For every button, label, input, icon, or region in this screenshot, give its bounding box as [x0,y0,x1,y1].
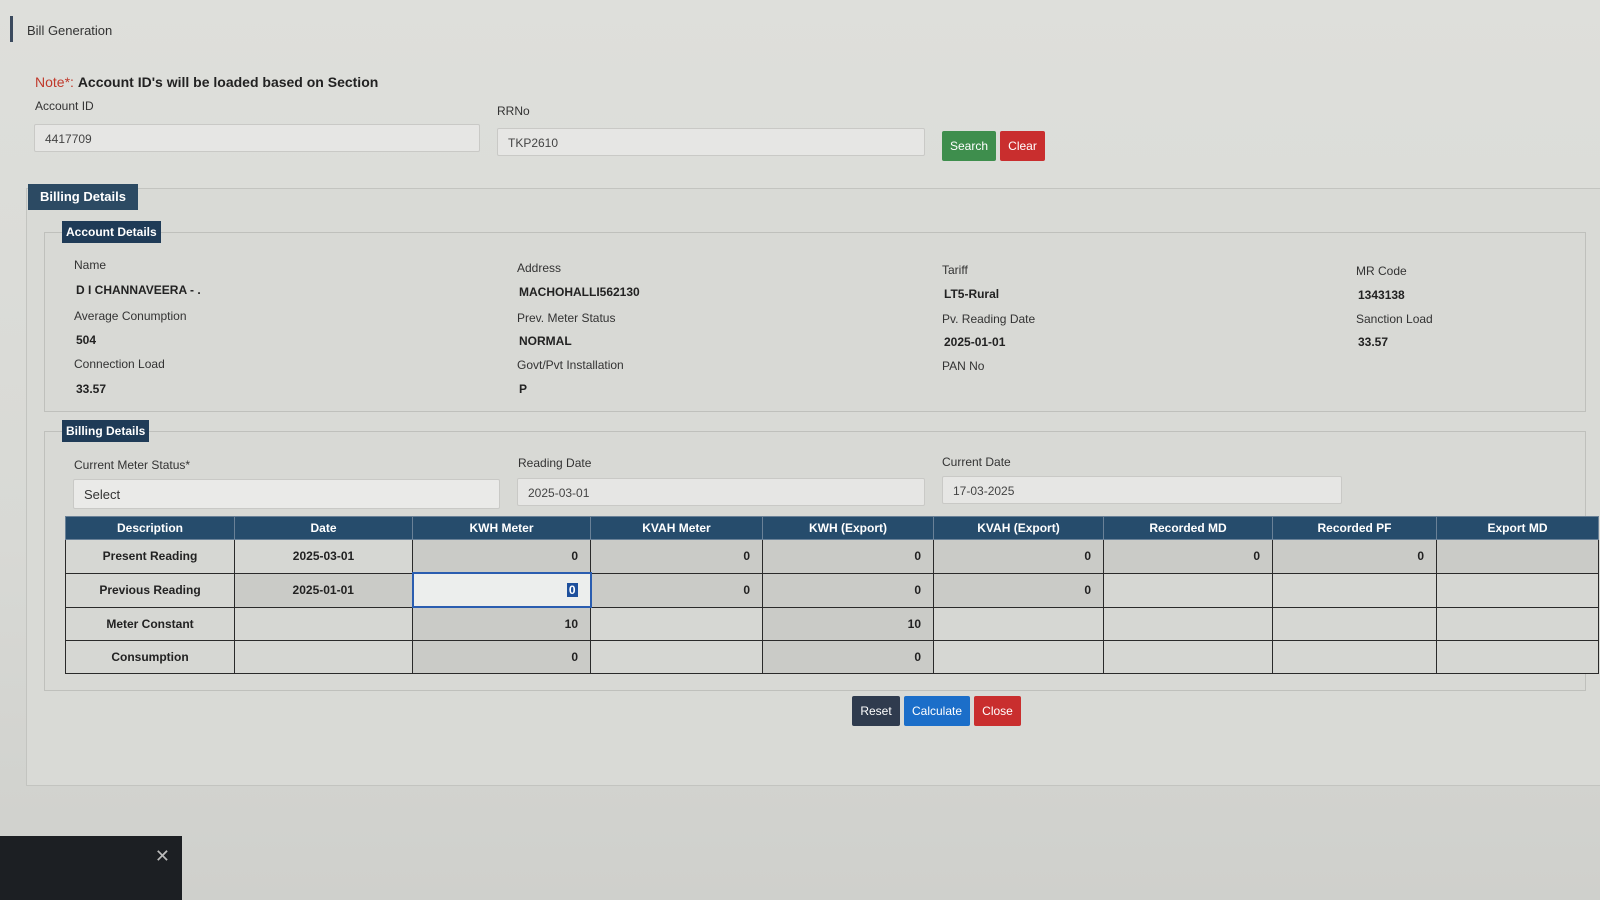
col-recorded-md: Recorded MD [1103,516,1273,540]
row-description: Meter Constant [65,606,235,641]
reset-button[interactable]: Reset [852,696,900,726]
account-details-header: Account Details [62,221,161,243]
readings-table: Description Date KWH Meter KVAH Meter KW… [65,516,1599,674]
table-header-row: Description Date KWH Meter KVAH Meter KW… [65,516,1599,540]
rrno-input[interactable]: TKP2610 [497,128,925,156]
table-row: Present Reading 2025-03-01 0 0 0 0 0 0 [65,539,1599,574]
billing-details-header: Billing Details [62,420,150,442]
kwh-export-cell: 0 [762,640,934,674]
calculate-button[interactable]: Calculate [904,696,970,726]
address-value: MACHOHALLI562130 [519,285,640,299]
govt-pvt-value: P [519,382,528,396]
bill-generation-page: Bill Generation Note*: Account ID's will… [0,0,1600,900]
col-description: Description [65,516,235,540]
row-description: Consumption [65,640,235,674]
meter-status-select[interactable]: Select [73,479,500,509]
tariff-value: LT5-Rural [944,287,1000,301]
address-label: Address [517,261,562,275]
table-row: Previous Reading 2025-01-01 0 0 0 0 [65,572,1599,608]
sanction-load-value: 33.57 [1358,335,1389,349]
col-kvah-export: KVAH (Export) [933,516,1104,540]
kvah-meter-cell [590,606,763,641]
kvah-export-cell[interactable]: 0 [933,572,1104,608]
reading-date-input[interactable]: 2025-03-01 [517,478,925,506]
row-description: Previous Reading [65,572,235,608]
avg-consumption-label: Average Conumption [74,309,187,323]
recorded-pf-cell [1272,572,1437,608]
kwh-meter-cell[interactable]: 0 [412,539,591,574]
search-button[interactable]: Search [942,131,996,161]
kwh-export-cell[interactable]: 0 [762,539,934,574]
recorded-md-cell [1103,640,1273,674]
section-note: Note*: Account ID's will be loaded based… [35,74,378,90]
kwh-meter-cell: 0 [412,640,591,674]
rrno-label: RRNo [497,104,530,118]
row-date: 2025-03-01 [234,539,413,574]
name-label: Name [74,258,107,272]
recorded-pf-cell [1272,640,1437,674]
connection-load-value: 33.57 [76,382,107,396]
prev-meter-status-label: Prev. Meter Status [517,311,616,325]
col-date: Date [234,516,413,540]
table-row: Consumption 0 0 [65,640,1599,674]
export-md-cell [1436,640,1599,674]
account-details-box [44,232,1586,412]
billing-details-tab[interactable]: Billing Details [28,184,138,210]
sanction-load-label: Sanction Load [1356,312,1433,326]
export-md-cell [1436,606,1599,641]
kvah-meter-cell[interactable]: 0 [590,539,763,574]
kwh-meter-cell: 10 [412,606,591,641]
kwh-export-cell: 10 [762,606,934,641]
account-id-label: Account ID [35,99,94,113]
kwh-export-cell[interactable]: 0 [762,572,934,608]
export-md-cell[interactable] [1436,539,1599,574]
connection-load-label: Connection Load [74,357,165,371]
avg-consumption-value: 504 [76,333,97,347]
notification-toast: ✕ [0,836,182,900]
recorded-md-cell[interactable]: 0 [1103,539,1273,574]
row-description: Present Reading [65,539,235,574]
pan-no-label: PAN No [942,359,985,373]
recorded-pf-cell [1272,606,1437,641]
account-id-input[interactable]: 4417709 [34,124,480,152]
mr-code-label: MR Code [1356,264,1407,278]
recorded-md-cell [1103,606,1273,641]
current-date-input[interactable]: 17-03-2025 [942,476,1342,504]
tariff-label: Tariff [942,263,968,277]
pv-reading-date-label: Pv. Reading Date [942,312,1036,326]
reading-date-label: Reading Date [518,456,592,470]
recorded-pf-cell[interactable]: 0 [1272,539,1437,574]
kwh-meter-cell-focused[interactable]: 0 [411,572,592,608]
recorded-md-cell [1103,572,1273,608]
kvah-export-cell [933,640,1104,674]
close-button[interactable]: Close [974,696,1021,726]
col-kwh-meter: KWH Meter [412,516,591,540]
row-date: 2025-01-01 [234,572,413,608]
current-date-label: Current Date [942,455,1011,469]
clear-button[interactable]: Clear [1000,131,1045,161]
prev-meter-status-value: NORMAL [519,334,572,348]
kwh-meter-selected-value[interactable]: 0 [566,583,578,597]
col-export-md: Export MD [1436,516,1599,540]
mr-code-value: 1343138 [1358,288,1405,302]
row-date [234,640,413,674]
note-prefix: Note*: [35,74,74,90]
meter-status-label: Current Meter Status* [74,458,191,472]
col-kwh-export: KWH (Export) [762,516,934,540]
table-row: Meter Constant 10 10 [65,606,1599,641]
name-value: D I CHANNAVEERA - . [76,283,201,297]
kvah-export-cell[interactable]: 0 [933,539,1104,574]
govt-pvt-label: Govt/Pvt Installation [517,358,624,372]
close-icon[interactable]: ✕ [155,846,170,867]
kvah-meter-cell[interactable]: 0 [590,572,763,608]
page-title: Bill Generation [10,16,427,42]
pv-reading-date-value: 2025-01-01 [944,335,1006,349]
col-kvah-meter: KVAH Meter [590,516,763,540]
kvah-export-cell [933,606,1104,641]
row-date [234,606,413,641]
kvah-meter-cell [590,640,763,674]
col-recorded-pf: Recorded PF [1272,516,1437,540]
note-text: Account ID's will be loaded based on Sec… [77,74,379,90]
export-md-cell [1436,572,1599,608]
